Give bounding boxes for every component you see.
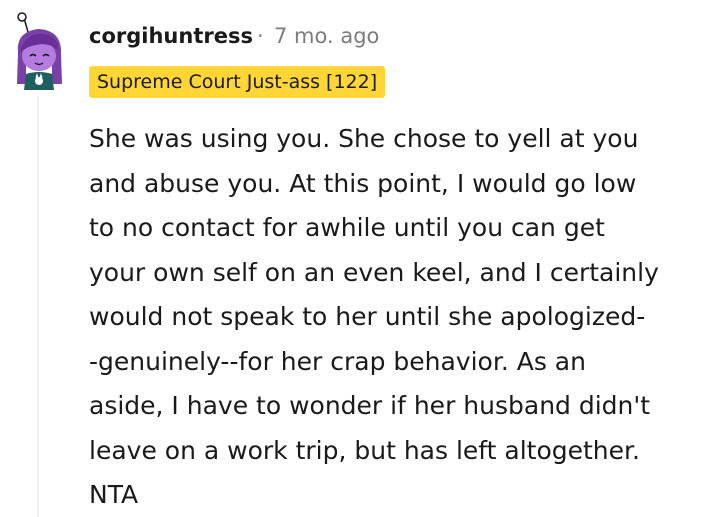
comment-body-line: aside, I have to wonder if her husband d…	[89, 391, 651, 420]
comment-body-line: would not speak to her until she apologi…	[89, 302, 646, 331]
comment-body-line: NTA	[89, 480, 139, 509]
comment-body-line: leave on a work trip, but has left altog…	[89, 435, 640, 465]
avatar[interactable]	[8, 12, 70, 90]
thread-line[interactable]	[37, 96, 39, 517]
comment-body-line: She was using you. She chose to yell at …	[89, 124, 639, 153]
comment-body-line: to no contact for awhile until you can g…	[89, 213, 605, 242]
user-flair: Supreme Court Just-ass [122]	[89, 66, 386, 98]
comment-body-line: your own self on an even keel, and I cer…	[89, 257, 659, 287]
comment-body-line: -genuinely--for her crap behavior. As an	[89, 346, 586, 376]
comment-body: She was using you. She chose to yell at …	[89, 117, 721, 517]
meta-separator: ·	[257, 24, 264, 48]
user-avatar-icon	[17, 12, 62, 90]
comment-author[interactable]: corgihuntress	[89, 24, 253, 48]
comment-body-line: and abuse you. At this point, I would go…	[89, 168, 637, 198]
comment-timestamp[interactable]: 7 mo. ago	[274, 24, 379, 48]
